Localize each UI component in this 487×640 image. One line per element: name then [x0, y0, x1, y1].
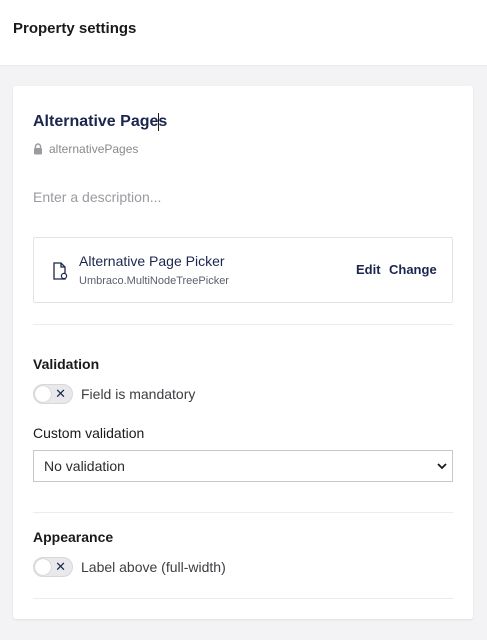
change-button[interactable]: Change: [389, 262, 437, 277]
page-title: Property settings: [13, 20, 137, 37]
document-picker-icon: [53, 262, 68, 280]
divider: [33, 598, 453, 599]
toggle-knob: [35, 559, 51, 575]
label-above-toggle-row[interactable]: ✕ Label above (full-width): [33, 557, 226, 577]
divider: [33, 324, 453, 325]
label-above-label: Label above (full-width): [81, 559, 226, 575]
custom-validation-label: Custom validation: [33, 425, 145, 441]
mandatory-toggle-row[interactable]: ✕ Field is mandatory: [33, 384, 195, 404]
property-alias: alternativePages: [49, 142, 139, 156]
mandatory-toggle[interactable]: ✕: [33, 384, 73, 404]
custom-validation-select[interactable]: No validation: [33, 450, 453, 482]
label-above-toggle[interactable]: ✕: [33, 557, 73, 577]
property-name-input[interactable]: [33, 110, 453, 134]
header-bar: Property settings: [0, 0, 487, 66]
edit-button[interactable]: Edit: [356, 262, 381, 277]
validation-title: Validation: [33, 356, 100, 372]
divider: [33, 512, 453, 513]
lock-icon[interactable]: [33, 143, 43, 155]
appearance-title: Appearance: [33, 529, 114, 545]
select-value: No validation: [44, 458, 125, 474]
property-settings-panel: alternativePages Alternative Page Picker…: [13, 86, 473, 619]
editor-alias: Umbraco.MultiNodeTreePicker: [79, 275, 229, 287]
description-input[interactable]: [33, 187, 453, 207]
chevron-down-icon: [437, 463, 447, 470]
alias-row[interactable]: alternativePages: [33, 141, 138, 157]
close-icon: ✕: [55, 559, 66, 574]
editor-name: Alternative Page Picker: [79, 253, 225, 269]
close-icon: ✕: [55, 386, 66, 401]
property-editor-card: Alternative Page Picker Umbraco.MultiNod…: [33, 237, 453, 303]
mandatory-label: Field is mandatory: [81, 386, 196, 402]
toggle-knob: [35, 386, 51, 402]
text-caret: [158, 113, 159, 131]
